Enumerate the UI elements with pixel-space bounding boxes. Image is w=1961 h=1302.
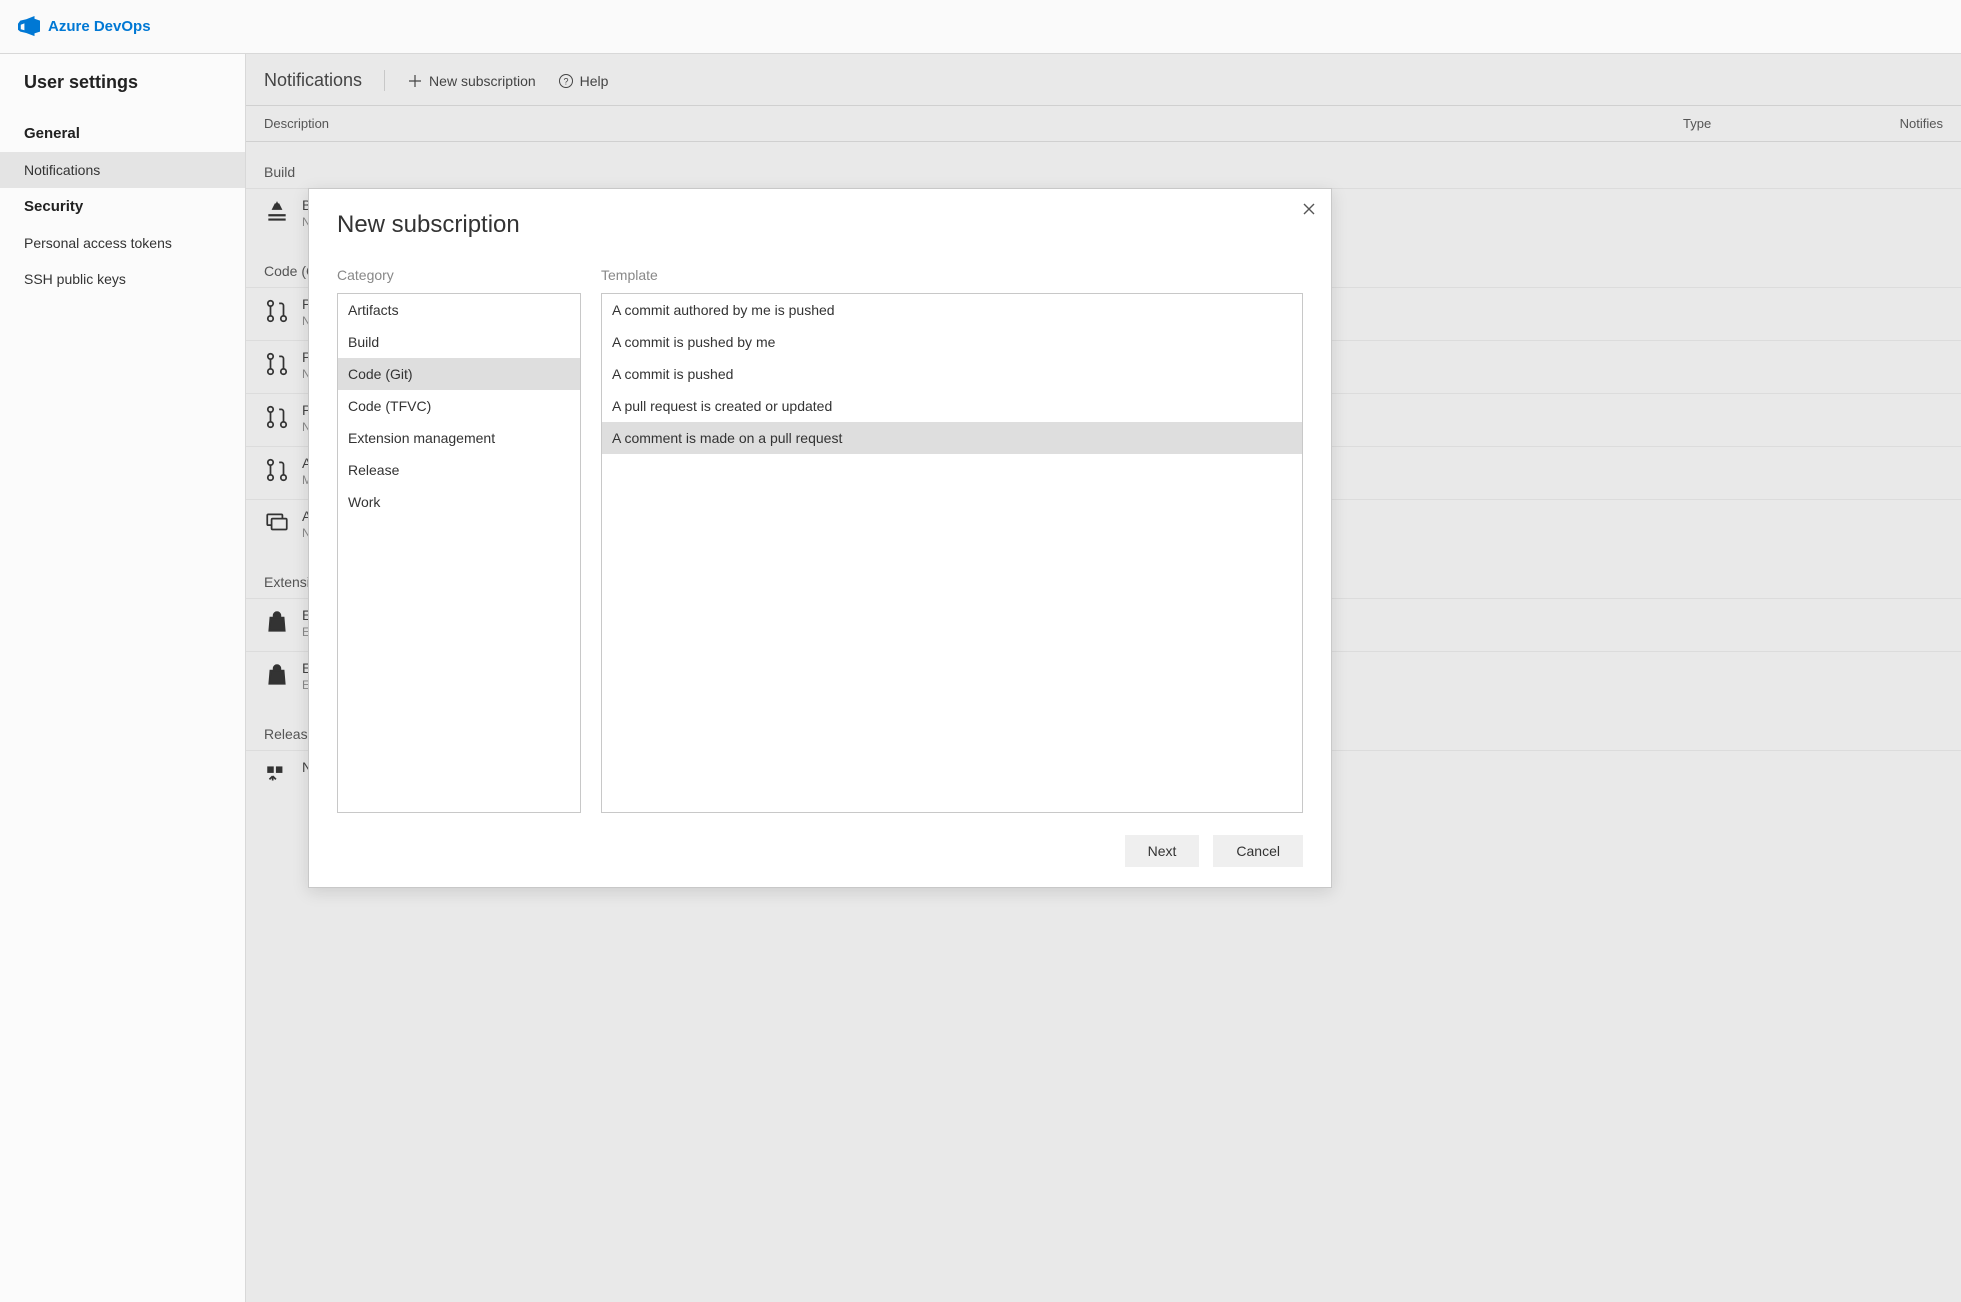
main-layout: User settings General Notifications Secu… <box>0 54 1961 1302</box>
pull-request-icon <box>264 404 290 430</box>
template-item[interactable]: A comment is made on a pull request <box>602 422 1302 454</box>
pull-request-icon <box>264 457 290 483</box>
svg-text:?: ? <box>563 76 568 86</box>
product-logo[interactable]: Azure DevOps <box>18 16 151 38</box>
main-content: Notifications New subscription ? Help De… <box>246 54 1961 1302</box>
sidebar-section-security[interactable]: Security <box>0 188 245 225</box>
category-label: Category <box>337 267 581 283</box>
pull-request-icon <box>264 351 290 377</box>
plus-icon <box>407 73 423 89</box>
azure-devops-icon <box>18 16 40 38</box>
category-item[interactable]: Code (TFVC) <box>338 390 580 422</box>
template-label: Template <box>601 267 1303 283</box>
page-title: Notifications <box>264 70 385 91</box>
category-list: ArtifactsBuildCode (Git)Code (TFVC)Exten… <box>337 293 581 813</box>
new-subscription-button[interactable]: New subscription <box>407 73 536 89</box>
sidebar: User settings General Notifications Secu… <box>0 54 246 1302</box>
next-button[interactable]: Next <box>1125 835 1200 867</box>
comment-icon <box>264 510 290 536</box>
build-icon <box>264 199 290 225</box>
table-header: Description Type Notifies <box>246 105 1961 142</box>
group-build-label: Build <box>246 142 1961 188</box>
close-icon <box>1301 201 1317 217</box>
category-item[interactable]: Code (Git) <box>338 358 580 390</box>
category-item[interactable]: Artifacts <box>338 294 580 326</box>
dialog-title: New subscription <box>337 211 1303 239</box>
sidebar-section-general[interactable]: General <box>0 115 245 152</box>
category-item[interactable]: Extension management <box>338 422 580 454</box>
close-button[interactable] <box>1301 201 1317 222</box>
cancel-button[interactable]: Cancel <box>1213 835 1303 867</box>
bag-icon <box>264 609 290 635</box>
release-icon <box>264 761 290 787</box>
template-list: A commit authored by me is pushedA commi… <box>601 293 1303 813</box>
category-column: Category ArtifactsBuildCode (Git)Code (T… <box>337 267 581 813</box>
template-column: Template A commit authored by me is push… <box>601 267 1303 813</box>
col-notifies: Notifies <box>1853 116 1943 131</box>
template-item[interactable]: A pull request is created or updated <box>602 390 1302 422</box>
category-item[interactable]: Release <box>338 454 580 486</box>
new-subscription-label: New subscription <box>429 73 536 89</box>
content-header: Notifications New subscription ? Help <box>246 54 1961 105</box>
category-item[interactable]: Work <box>338 486 580 518</box>
col-description: Description <box>264 116 1683 131</box>
nav-notifications[interactable]: Notifications <box>0 152 245 188</box>
product-name: Azure DevOps <box>48 18 151 35</box>
nav-ssh-public-keys[interactable]: SSH public keys <box>0 261 245 297</box>
help-button[interactable]: ? Help <box>558 73 609 89</box>
new-subscription-dialog: New subscription Category ArtifactsBuild… <box>308 188 1332 888</box>
sidebar-title: User settings <box>0 72 245 115</box>
help-icon: ? <box>558 73 574 89</box>
dialog-body: Category ArtifactsBuildCode (Git)Code (T… <box>337 267 1303 813</box>
template-item[interactable]: A commit is pushed <box>602 358 1302 390</box>
col-type: Type <box>1683 116 1853 131</box>
nav-personal-access-tokens[interactable]: Personal access tokens <box>0 225 245 261</box>
top-header: Azure DevOps <box>0 0 1961 54</box>
template-item[interactable]: A commit is pushed by me <box>602 326 1302 358</box>
help-label: Help <box>580 73 609 89</box>
category-item[interactable]: Build <box>338 326 580 358</box>
pull-request-icon <box>264 298 290 324</box>
template-item[interactable]: A commit authored by me is pushed <box>602 294 1302 326</box>
bag-icon <box>264 662 290 688</box>
dialog-footer: Next Cancel <box>337 813 1303 867</box>
